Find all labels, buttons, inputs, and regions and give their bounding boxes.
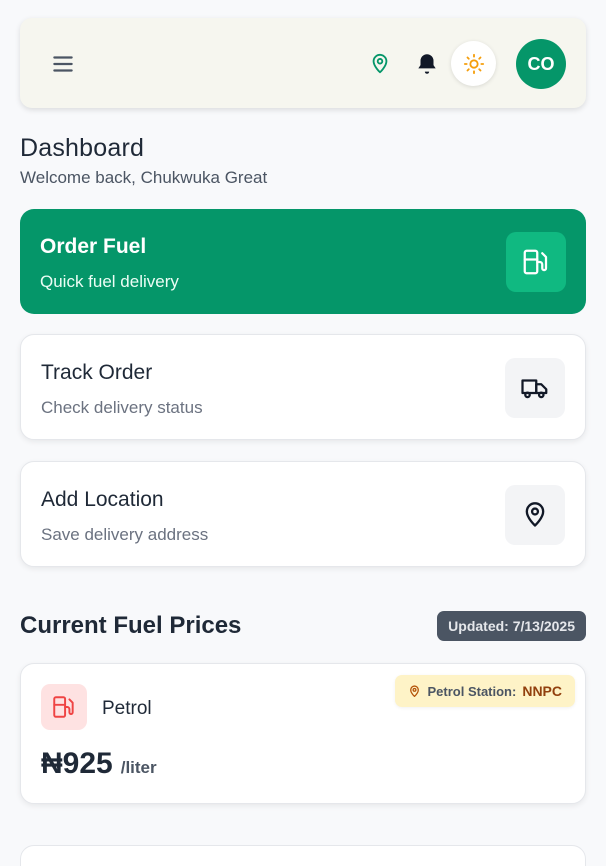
order-fuel-card[interactable]: Order Fuel Quick fuel delivery xyxy=(20,209,586,314)
location-button[interactable] xyxy=(369,51,391,77)
location-pin-icon xyxy=(525,502,545,527)
petrol-icon-box xyxy=(41,684,87,730)
theme-toggle-button[interactable] xyxy=(451,41,496,86)
fuel-name: Petrol xyxy=(102,698,152,719)
price-card-petrol[interactable]: Petrol Petrol Station: NNPC ₦925 /liter xyxy=(20,663,586,804)
track-order-icon-box xyxy=(505,358,565,418)
notifications-button[interactable] xyxy=(414,51,440,77)
page-title: Dashboard xyxy=(20,134,145,162)
price-value: ₦925 xyxy=(41,747,113,780)
order-fuel-subtitle: Quick fuel delivery xyxy=(40,272,179,291)
price-card-next[interactable] xyxy=(20,845,586,866)
location-pin-icon xyxy=(372,53,388,74)
track-order-title: Track Order xyxy=(41,361,153,384)
add-location-icon-box xyxy=(505,485,565,545)
fuel-pump-icon xyxy=(523,249,548,275)
fuel-pump-icon xyxy=(53,696,74,718)
location-pin-icon xyxy=(410,684,420,697)
add-location-title: Add Location xyxy=(41,488,164,511)
order-fuel-title: Order Fuel xyxy=(40,235,147,258)
truck-icon xyxy=(521,379,548,399)
add-location-card[interactable]: Add Location Save delivery address xyxy=(20,461,586,567)
welcome-message: Welcome back, Chukwuka Great xyxy=(20,168,268,187)
add-location-subtitle: Save delivery address xyxy=(41,525,209,544)
top-bar: CO xyxy=(20,18,586,108)
sun-icon xyxy=(463,53,484,74)
track-order-subtitle: Check delivery status xyxy=(41,398,203,417)
user-avatar[interactable]: CO xyxy=(516,39,566,89)
fuel-prices-heading: Current Fuel Prices xyxy=(20,612,242,639)
price-unit: /liter xyxy=(120,758,157,777)
station-value: NNPC xyxy=(522,683,562,699)
track-order-card[interactable]: Track Order Check delivery status xyxy=(20,334,586,440)
station-badge: Petrol Station: NNPC xyxy=(395,675,575,707)
station-label: Petrol Station: xyxy=(427,683,517,699)
menu-button[interactable] xyxy=(50,51,76,77)
bell-icon xyxy=(418,54,436,74)
price-row: ₦925 /liter xyxy=(41,747,157,781)
order-fuel-icon-box xyxy=(506,232,566,292)
menu-icon xyxy=(53,56,73,72)
updated-badge: Updated: 7/13/2025 xyxy=(437,611,586,641)
